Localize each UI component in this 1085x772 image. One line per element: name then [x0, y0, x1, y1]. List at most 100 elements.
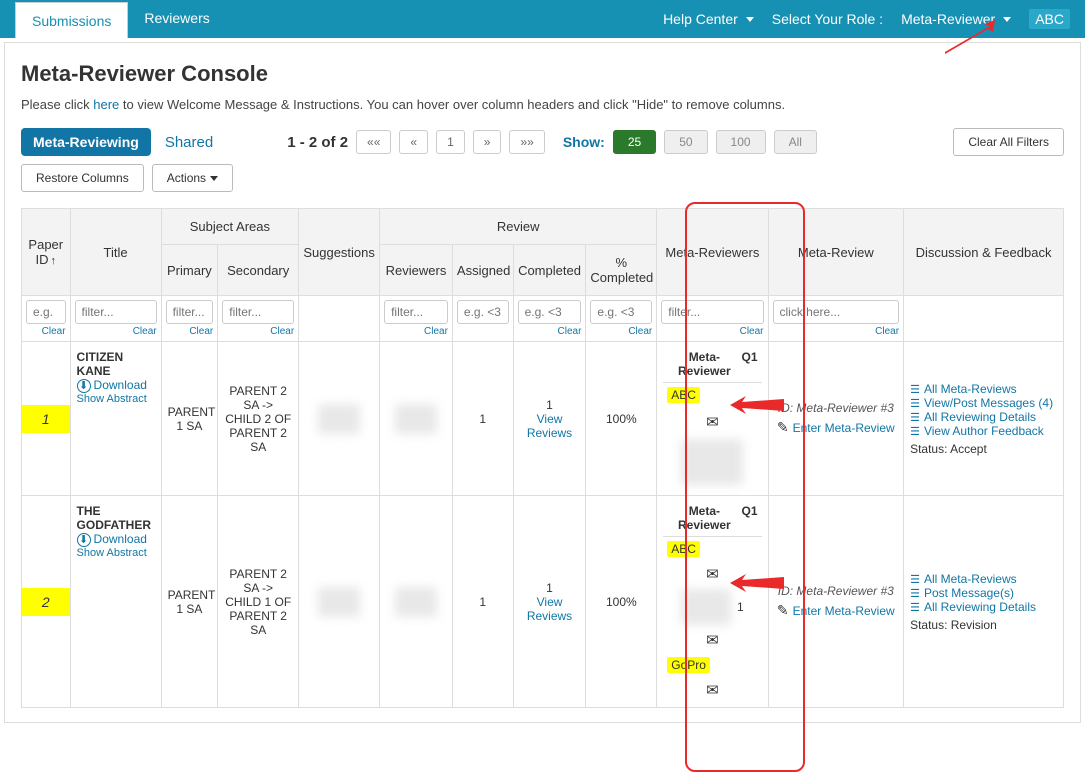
col-suggestions[interactable]: Suggestions: [299, 209, 380, 296]
reviewers-blur: [395, 404, 437, 434]
tab-meta-reviewing[interactable]: Meta-Reviewing: [21, 128, 151, 156]
username[interactable]: ABC: [1029, 9, 1070, 29]
col-discussion[interactable]: Discussion & Feedback: [904, 209, 1064, 296]
show-100-button[interactable]: 100: [716, 130, 766, 154]
primary-sa: PARENT 1 SA: [161, 496, 218, 708]
col-pct[interactable]: % Completed: [586, 245, 657, 296]
download-link[interactable]: Download: [77, 532, 155, 547]
view-author-feedback-link[interactable]: View Author Feedback: [910, 424, 1057, 438]
col-meta-review[interactable]: Meta-Review: [768, 209, 904, 296]
tab-submissions[interactable]: Submissions: [15, 2, 128, 38]
role-selector[interactable]: Meta-Reviewer: [901, 11, 1011, 27]
instructions: Please click here to view Welcome Messag…: [21, 97, 1064, 112]
download-icon: [77, 532, 94, 546]
download-icon: [77, 378, 94, 392]
clear-link[interactable]: Clear: [740, 326, 764, 337]
table-row: 1 CITIZEN KANE Download Show Abstract PA…: [22, 342, 1064, 496]
assigned-count: 1: [452, 496, 513, 708]
top-nav: Submissions Reviewers Help Center Select…: [0, 0, 1085, 38]
clear-link[interactable]: Clear: [189, 326, 213, 337]
col-completed[interactable]: Completed: [513, 245, 586, 296]
show-abstract-link[interactable]: Show Abstract: [77, 547, 155, 559]
sort-asc-icon: [49, 252, 57, 267]
table-row: 2 THE GODFATHER Download Show Abstract P…: [22, 496, 1064, 708]
col-meta-reviewers[interactable]: Meta-Reviewers: [657, 209, 768, 296]
page-title: Meta-Reviewer Console: [21, 61, 1064, 87]
clear-link[interactable]: Clear: [424, 326, 448, 337]
pager-page-1-button[interactable]: 1: [436, 130, 465, 154]
filter-reviewers[interactable]: [384, 300, 448, 324]
mail-icon[interactable]: [706, 634, 719, 648]
filter-primary[interactable]: [166, 300, 214, 324]
view-reviews-link[interactable]: View Reviews: [520, 595, 580, 623]
meta-reviewer-label: Meta-Reviewer: [667, 350, 741, 378]
pager-next-button[interactable]: »: [473, 130, 502, 154]
mail-icon[interactable]: [706, 684, 719, 698]
secondary-sa: PARENT 2 SA -> CHILD 1 OF PARENT 2 SA: [218, 496, 299, 708]
all-reviewing-details-link[interactable]: All Reviewing Details: [910, 410, 1057, 424]
filter-completed[interactable]: [518, 300, 582, 324]
show-all-button[interactable]: All: [774, 130, 817, 154]
col-assigned[interactable]: Assigned: [452, 245, 513, 296]
col-paper-id[interactable]: Paper ID: [22, 209, 71, 296]
clear-filters-button[interactable]: Clear All Filters: [953, 128, 1064, 156]
view-reviews-link[interactable]: View Reviews: [520, 412, 580, 440]
view-post-messages-link[interactable]: View/Post Messages (4): [910, 396, 1057, 410]
all-meta-reviews-link[interactable]: All Meta-Reviews: [910, 572, 1057, 586]
tab-reviewers[interactable]: Reviewers: [128, 0, 225, 38]
filter-secondary[interactable]: [222, 300, 294, 324]
toolbar: Meta-Reviewing Shared 1 - 2 of 2 «« « 1 …: [21, 128, 1064, 192]
clear-link[interactable]: Clear: [42, 326, 66, 337]
pager-last-button[interactable]: »»: [509, 130, 544, 154]
col-secondary[interactable]: Secondary: [218, 245, 299, 296]
all-reviewing-details-link[interactable]: All Reviewing Details: [910, 600, 1057, 614]
enter-meta-review-link[interactable]: Enter Meta-Review: [775, 419, 898, 436]
filter-assigned[interactable]: [457, 300, 509, 324]
filter-title[interactable]: [75, 300, 157, 324]
clear-link[interactable]: Clear: [875, 326, 899, 337]
show-label: Show:: [563, 134, 605, 150]
meta-reviewer-name: ABC: [667, 541, 700, 557]
download-link[interactable]: Download: [77, 378, 155, 393]
pager-first-button[interactable]: ««: [356, 130, 391, 154]
col-primary[interactable]: Primary: [161, 245, 218, 296]
filter-meta-reviewers[interactable]: [661, 300, 763, 324]
tab-shared[interactable]: Shared: [159, 134, 219, 151]
show-abstract-link[interactable]: Show Abstract: [77, 393, 155, 405]
pager-prev-button[interactable]: «: [399, 130, 428, 154]
role-label: Select Your Role :: [772, 11, 883, 27]
list-icon: [910, 424, 924, 438]
meta-reviewer-name: ABC: [667, 387, 700, 403]
help-center-menu[interactable]: Help Center: [663, 11, 754, 27]
extra-count: 1: [737, 600, 744, 614]
clear-link[interactable]: Clear: [270, 326, 294, 337]
filter-pct[interactable]: [590, 300, 652, 324]
clear-link[interactable]: Clear: [133, 326, 157, 337]
mail-icon[interactable]: [706, 416, 719, 430]
col-reviewers[interactable]: Reviewers: [380, 245, 453, 296]
all-meta-reviews-link[interactable]: All Meta-Reviews: [910, 382, 1057, 396]
col-title[interactable]: Title: [70, 209, 161, 296]
suggestions-blur: [318, 404, 360, 434]
clear-link[interactable]: Clear: [628, 326, 652, 337]
completed-count: 1: [520, 398, 580, 412]
show-50-button[interactable]: 50: [664, 130, 707, 154]
meta-reviewer-blur: [681, 439, 743, 485]
clear-link[interactable]: Clear: [558, 326, 582, 337]
meta-reviewer-extra-name: GoPro: [667, 657, 710, 673]
restore-columns-button[interactable]: Restore Columns: [21, 164, 144, 192]
mail-icon[interactable]: [706, 568, 719, 582]
actions-menu-button[interactable]: Actions: [152, 164, 233, 192]
filter-meta-review[interactable]: [773, 300, 900, 324]
suggestions-blur: [318, 587, 360, 617]
meta-reviewer-label: Meta-Reviewer: [667, 504, 741, 532]
paper-id: 1: [22, 405, 70, 433]
post-messages-link[interactable]: Post Message(s): [910, 586, 1057, 600]
primary-sa: PARENT 1 SA: [161, 342, 218, 496]
filter-paper-id[interactable]: [26, 300, 66, 324]
instructions-link[interactable]: here: [93, 97, 119, 112]
paper-id: 2: [22, 588, 70, 616]
enter-meta-review-link[interactable]: Enter Meta-Review: [775, 602, 898, 619]
show-25-button[interactable]: 25: [613, 130, 656, 154]
meta-reviewer-q: Q1: [742, 350, 758, 378]
